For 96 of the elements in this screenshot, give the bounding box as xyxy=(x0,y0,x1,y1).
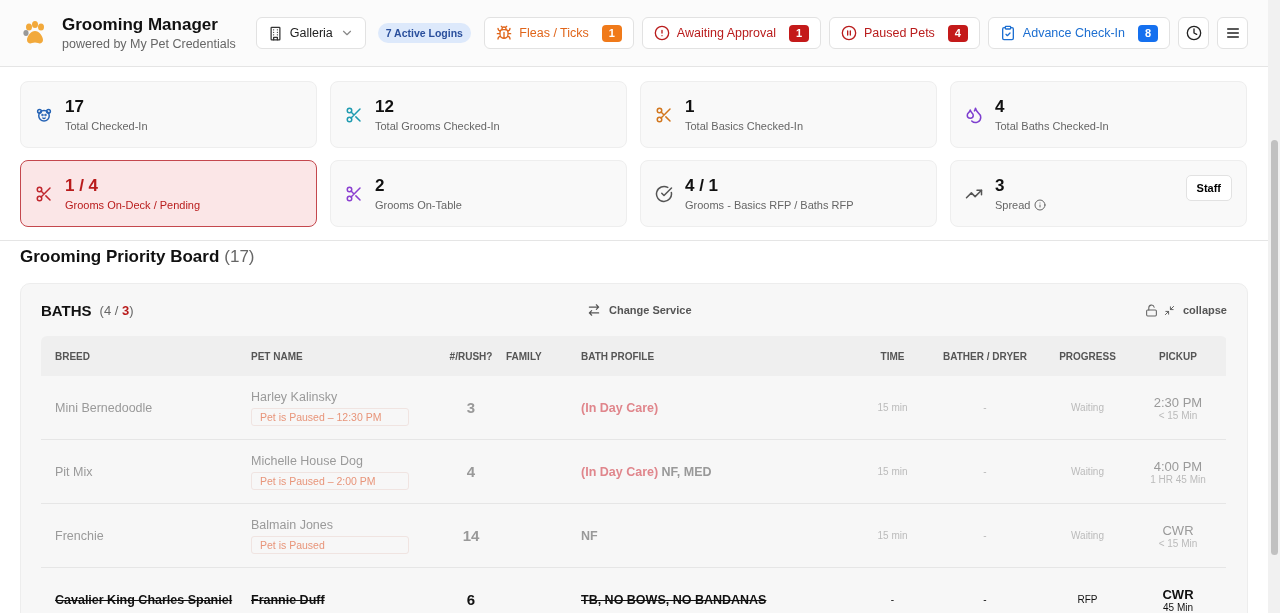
alert-circle-icon xyxy=(653,25,670,41)
column-header: #/RUSH? xyxy=(436,336,506,376)
paused-tag: Pet is Paused xyxy=(251,535,409,554)
rush-number: 14 xyxy=(462,527,480,544)
column-header: PROGRESS xyxy=(1045,336,1130,376)
section-count: (4 / 3) xyxy=(99,302,134,318)
bather-cell: - xyxy=(983,402,987,413)
rush-number: 3 xyxy=(466,399,476,416)
stat-value: 1 / 4 xyxy=(65,176,100,196)
column-header: BATH PROFILE xyxy=(581,336,860,376)
stat-label: Total Grooms Checked-In xyxy=(375,120,500,132)
bath-profile: (In Day Care) xyxy=(581,400,659,415)
column-header: FAMILY xyxy=(506,336,581,376)
bath-profile: NF xyxy=(581,528,598,543)
location-select[interactable]: Galleria xyxy=(255,17,366,49)
progress-cell: Waiting xyxy=(1071,402,1104,413)
pickup-time: 2:30 PM xyxy=(1153,394,1203,410)
column-header: PICKUP xyxy=(1130,336,1226,376)
change-service-button[interactable]: Change Service xyxy=(587,303,692,317)
stat-value: 4 xyxy=(995,97,1006,117)
stat-label: Total Baths Checked-In xyxy=(995,120,1109,132)
menu-button[interactable] xyxy=(1217,17,1248,49)
stat-label: Grooms - Basics RFP / Baths RFP xyxy=(685,199,854,211)
progress-cell: RFP xyxy=(1077,594,1098,605)
check-circle-icon xyxy=(655,184,673,203)
info-icon xyxy=(1034,199,1047,211)
count-badge: 1 xyxy=(601,24,622,42)
collapse-button[interactable]: collapse xyxy=(1163,304,1227,316)
scissors-icon xyxy=(345,105,363,124)
pickup-remaining: < 15 Min xyxy=(1158,409,1198,421)
bather-cell: - xyxy=(983,466,987,477)
paused-tag: Pet is Paused – 2:00 PM xyxy=(251,471,409,490)
stat-label: Total Checked-In xyxy=(65,120,148,132)
board-count: (17) xyxy=(224,247,255,267)
bath-profile: (In Day Care) NF, MED xyxy=(581,464,712,479)
clipboard-check-icon xyxy=(999,25,1016,41)
stat-value: 12 xyxy=(375,97,395,117)
column-header: TIME xyxy=(860,336,925,376)
alert-button[interactable]: Fleas / Ticks 1 xyxy=(484,17,634,49)
active-logins-badge: 7 Active Logins xyxy=(377,23,471,43)
pet-name[interactable]: Frannie Duff xyxy=(251,592,325,607)
board-title: Grooming Priority Board xyxy=(20,247,220,267)
column-header: BATHER / DRYER xyxy=(925,336,1045,376)
lock-icon xyxy=(1144,303,1158,317)
alert-button[interactable]: Paused Pets 4 xyxy=(828,17,980,49)
column-header: PET NAME xyxy=(251,336,436,376)
building-icon xyxy=(267,25,283,41)
paused-tag: Pet is Paused – 12:30 PM xyxy=(251,407,409,426)
section-title: BATHS xyxy=(41,301,92,319)
clock-button[interactable] xyxy=(1178,17,1209,49)
stat-label: Total Basics Checked-In xyxy=(685,120,803,132)
breed-cell: Pit Mix xyxy=(55,464,93,479)
count-badge: 4 xyxy=(947,24,968,42)
pickup-remaining: 45 Min xyxy=(1163,601,1193,613)
app-title: Grooming Manager xyxy=(62,15,219,35)
clock-icon xyxy=(1185,25,1202,41)
scissors-icon xyxy=(655,105,673,124)
menu-icon xyxy=(1224,25,1241,41)
stat-value: 1 xyxy=(685,97,696,117)
stat-value: 3 xyxy=(995,176,1006,196)
progress-cell: Waiting xyxy=(1071,530,1104,541)
bather-cell: - xyxy=(983,530,987,541)
pickup-remaining: < 15 Min xyxy=(1158,537,1198,549)
app-subtitle: powered by My Pet Credentials xyxy=(62,37,236,51)
bather-cell: - xyxy=(983,594,987,605)
alert-button[interactable]: Advance Check-In 8 xyxy=(987,17,1170,49)
pickup-time: CWR xyxy=(1162,586,1194,602)
bug-icon xyxy=(496,25,513,41)
breed-cell: Mini Bernedoodle xyxy=(55,400,153,415)
swap-arrows-icon xyxy=(587,303,601,317)
pickup-time: CWR xyxy=(1162,522,1194,538)
staff-button[interactable]: Staff xyxy=(1185,175,1232,201)
breed-cell: Frenchie xyxy=(55,528,104,543)
count-badge: 1 xyxy=(788,24,809,42)
pause-circle-icon xyxy=(840,25,857,41)
progress-cell: Waiting xyxy=(1071,466,1104,477)
time-cell: - xyxy=(890,594,895,605)
rush-number: 4 xyxy=(466,463,476,480)
scissors-icon xyxy=(345,184,363,203)
stat-label: Spread xyxy=(995,199,1031,211)
minimize-arrows-icon xyxy=(1163,304,1175,316)
scissors-icon xyxy=(35,184,53,203)
alert-button[interactable]: Awaiting Approval 1 xyxy=(641,17,821,49)
column-header: BREED xyxy=(41,336,251,376)
stat-label: Grooms On-Deck / Pending xyxy=(65,199,201,211)
scrollbar[interactable] xyxy=(1268,0,1280,613)
droplets-icon xyxy=(965,105,983,124)
bath-profile: TB, NO BOWS, NO BANDANAS xyxy=(581,592,767,607)
rush-number: 6 xyxy=(466,591,476,608)
breed-cell: Cavalier King Charles Spaniel xyxy=(55,592,233,607)
stat-value: 17 xyxy=(65,97,85,117)
pickup-time: 4:00 PM xyxy=(1153,458,1203,474)
stat-label: Grooms On-Table xyxy=(375,199,462,211)
count-badge: 8 xyxy=(1138,24,1158,42)
stat-value: 2 xyxy=(375,176,386,196)
stat-value: 4 / 1 xyxy=(685,176,720,196)
